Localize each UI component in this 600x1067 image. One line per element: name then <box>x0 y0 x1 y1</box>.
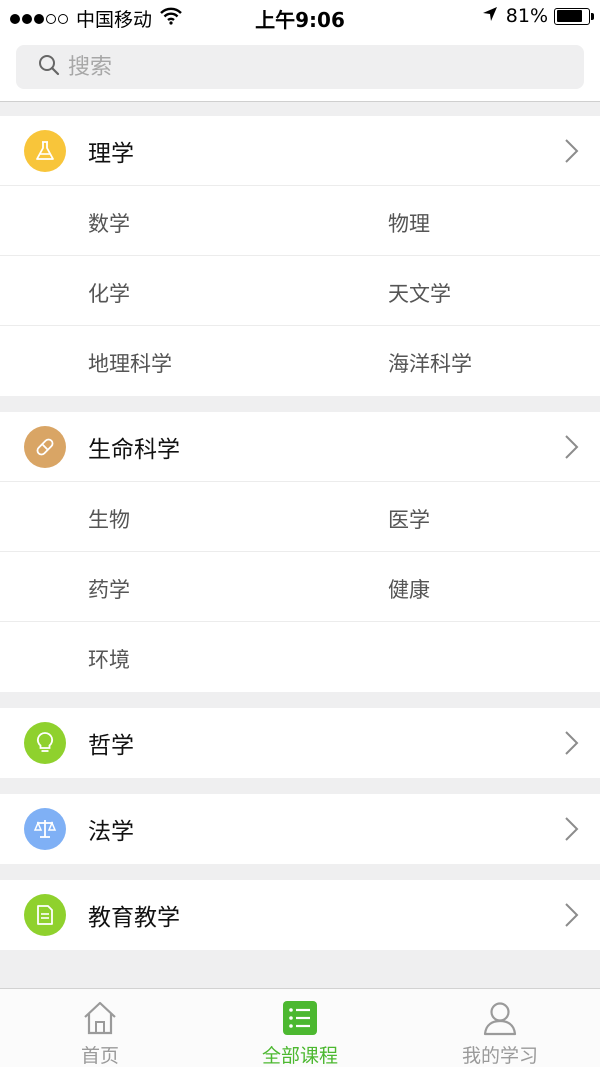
tab-my-learning[interactable]: 我的学习 <box>400 989 600 1067</box>
subcategory-item-geography[interactable]: 地理科学 <box>88 348 172 378</box>
flask-icon <box>24 130 66 172</box>
pill-icon <box>24 426 66 468</box>
subcategory-item-health[interactable]: 健康 <box>388 574 430 604</box>
subcategory-row: 药学 健康 <box>0 552 600 622</box>
battery-icon <box>554 7 594 25</box>
category-science: 理学 数学 物理 化学 天文学 地理科学 海洋科学 <box>0 116 600 396</box>
subcategory-item-physics[interactable]: 物理 <box>388 208 430 238</box>
chevron-right-icon <box>564 816 580 846</box>
search-input[interactable] <box>68 54 548 80</box>
status-right: 81% <box>482 5 594 27</box>
status-bar: 中国移动 上午9:06 81% <box>0 0 600 34</box>
person-icon <box>482 1000 518 1036</box>
tab-label: 全部课程 <box>261 1045 338 1067</box>
subcategory-item-math[interactable]: 数学 <box>88 208 130 238</box>
tab-home[interactable]: 首页 <box>0 989 200 1067</box>
category-title: 哲学 <box>88 733 134 759</box>
tab-bar: 首页 全部课程 我的学习 <box>0 988 600 1067</box>
category-list: 理学 数学 物理 化学 天文学 地理科学 海洋科学 生命科学 生物 医学 药学 … <box>0 116 600 966</box>
category-title: 生命科学 <box>88 436 180 463</box>
scales-icon <box>24 808 66 850</box>
search-bar <box>0 34 600 102</box>
category-header-education[interactable]: 教育教学 <box>0 880 600 950</box>
category-header-life-science[interactable]: 生命科学 <box>0 412 600 482</box>
category-education: 教育教学 <box>0 880 600 950</box>
chevron-right-icon <box>564 434 580 464</box>
lightbulb-icon <box>24 722 66 764</box>
subcategory-item-pharmacy[interactable]: 药学 <box>88 574 130 604</box>
category-law: 法学 <box>0 794 600 864</box>
subcategory-item-medicine[interactable]: 医学 <box>388 504 430 534</box>
battery-percent: 81% <box>505 5 548 27</box>
chevron-right-icon <box>564 138 580 168</box>
category-life-science: 生命科学 生物 医学 药学 健康 环境 <box>0 412 600 692</box>
tab-label: 首页 <box>80 1045 119 1067</box>
category-header-science[interactable]: 理学 <box>0 116 600 186</box>
subcategory-row: 数学 物理 <box>0 186 600 256</box>
subcategory-item-environment[interactable]: 环境 <box>88 644 130 674</box>
subcategory-item-chemistry[interactable]: 化学 <box>88 278 130 308</box>
subcategory-row: 环境 <box>0 622 600 692</box>
subcategory-item-astronomy[interactable]: 天文学 <box>388 278 451 308</box>
battery-fill <box>556 10 582 22</box>
search-icon <box>38 54 60 80</box>
subcategory-row: 生物 医学 <box>0 482 600 552</box>
chevron-right-icon <box>564 902 580 932</box>
category-title: 理学 <box>88 140 134 167</box>
category-header-philosophy[interactable]: 哲学 <box>0 708 600 778</box>
category-header-law[interactable]: 法学 <box>0 794 600 864</box>
location-arrow-icon <box>482 5 498 27</box>
list-icon <box>282 1000 318 1036</box>
chevron-right-icon <box>564 730 580 760</box>
tab-label: 我的学习 <box>461 1045 538 1067</box>
document-icon <box>24 894 66 936</box>
subcategory-item-biology[interactable]: 生物 <box>88 504 130 534</box>
category-philosophy: 哲学 <box>0 708 600 778</box>
tab-all-courses[interactable]: 全部课程 <box>200 989 400 1067</box>
home-icon <box>82 1000 118 1036</box>
category-title: 教育教学 <box>88 905 180 931</box>
subcategory-item-ocean[interactable]: 海洋科学 <box>388 348 472 378</box>
subcategory-row: 化学 天文学 <box>0 256 600 326</box>
category-title: 法学 <box>88 819 134 845</box>
subcategory-row: 地理科学 海洋科学 <box>0 326 600 396</box>
search-box[interactable] <box>16 45 584 89</box>
